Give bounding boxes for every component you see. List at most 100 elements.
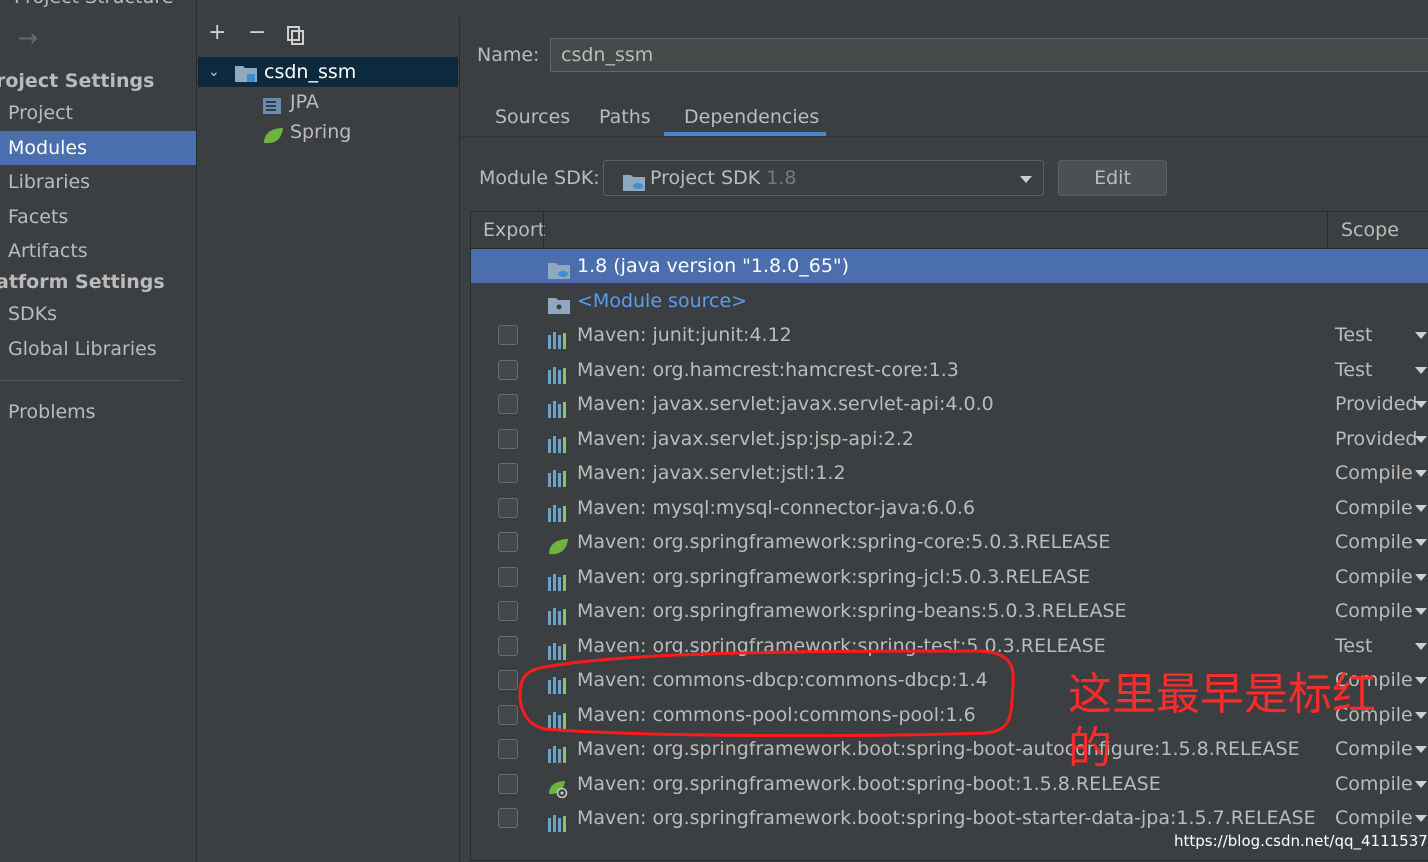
table-row[interactable]: Maven: org.springframework.boot:spring-b… — [471, 801, 1428, 835]
scope-dropdown-arrow-icon[interactable] — [1415, 504, 1427, 512]
table-row[interactable]: 1.8 (java version "1.8.0_65") — [471, 249, 1428, 283]
scope-select[interactable]: Provided — [1335, 422, 1417, 456]
jpa-icon — [262, 94, 282, 124]
tab-sources[interactable]: Sources — [495, 104, 570, 138]
scope-column-header[interactable]: Scope — [1341, 212, 1399, 248]
sdk-value: Project SDK — [650, 167, 761, 189]
maven-library-icon — [547, 395, 569, 418]
tabs-divider — [460, 136, 1428, 137]
scope-dropdown-arrow-icon[interactable] — [1415, 401, 1427, 408]
dependency-name: Maven: org.springframework:spring-beans:… — [577, 600, 1127, 622]
scope-select[interactable]: Compile — [1335, 594, 1413, 628]
export-checkbox[interactable] — [498, 394, 518, 414]
export-checkbox[interactable] — [498, 463, 518, 483]
table-row[interactable]: Maven: org.springframework:spring-jcl:5.… — [471, 560, 1428, 594]
scope-dropdown-arrow-icon[interactable] — [1415, 642, 1427, 650]
tree-splitter[interactable] — [459, 18, 460, 862]
scope-dropdown-arrow-icon[interactable] — [1415, 435, 1427, 443]
module-sdk-select[interactable]: Project SDK 1.8 — [603, 160, 1044, 196]
sidebar-splitter[interactable] — [196, 0, 197, 862]
scope-select[interactable]: Compile — [1335, 560, 1413, 594]
scope-dropdown-arrow-icon[interactable] — [1415, 780, 1427, 788]
scope-dropdown-arrow-icon[interactable] — [1415, 470, 1427, 477]
dependency-name: Maven: mysql:mysql-connector-java:6.0.6 — [577, 496, 976, 519]
maven-library-icon — [547, 326, 569, 349]
dependency-name: <Module source> — [577, 289, 748, 312]
jpa-label: JPA — [290, 91, 319, 113]
table-row[interactable]: Maven: javax.servlet.jsp:jsp-api:2.2 Prov… — [471, 422, 1428, 456]
scope-dropdown-arrow-icon[interactable] — [1415, 608, 1427, 615]
export-checkbox[interactable] — [498, 808, 518, 828]
export-checkbox[interactable] — [498, 532, 518, 552]
sidebar-item-global-libraries[interactable]: Global Libraries — [0, 332, 196, 366]
export-checkbox[interactable] — [498, 773, 518, 794]
table-row[interactable]: Maven: org.hamcrest:hamcrest-core:1.3 Tes… — [471, 353, 1428, 387]
spring-leaf-icon — [547, 533, 569, 555]
export-checkbox[interactable] — [498, 359, 518, 380]
add-icon[interactable]: + — [208, 20, 226, 45]
remove-icon[interactable]: − — [248, 20, 266, 45]
scope-select[interactable]: Provided — [1335, 387, 1417, 421]
sidebar-item-artifacts[interactable]: Artifacts — [0, 234, 196, 268]
edit-sdk-button[interactable]: Edit — [1058, 160, 1167, 196]
table-row[interactable]: Maven: junit:junit:4.12 Test — [471, 318, 1428, 352]
scope-select[interactable]: Test — [1335, 318, 1372, 352]
scope-select[interactable]: Test — [1335, 629, 1372, 663]
table-row[interactable]: Maven: org.springframework:spring-core:5… — [471, 525, 1428, 559]
platform-settings-heading: atform Settings — [0, 271, 165, 293]
maven-library-icon — [547, 602, 569, 625]
scope-select[interactable]: Compile — [1335, 801, 1413, 835]
sidebar-item-libraries[interactable]: Libraries — [0, 165, 196, 199]
scope-dropdown-arrow-icon[interactable] — [1415, 815, 1427, 822]
scope-select[interactable]: Compile — [1335, 525, 1413, 559]
dropdown-arrow-icon — [1020, 176, 1032, 183]
tree-node-module[interactable]: ⌄ csdn_ssm — [198, 57, 458, 87]
table-row[interactable]: Maven: mysql:mysql-connector-java:6.0.6 C… — [471, 491, 1428, 525]
table-row[interactable]: Maven: javax.servlet:jstl:1.2 Compile — [471, 456, 1428, 490]
export-checkbox[interactable] — [498, 566, 518, 587]
scope-dropdown-arrow-icon[interactable] — [1415, 711, 1427, 719]
tab-paths[interactable]: Paths — [599, 104, 651, 138]
module-folder-icon — [234, 62, 258, 92]
export-column-header[interactable]: Export — [483, 212, 545, 248]
maven-library-icon — [547, 464, 569, 487]
dependency-name: Maven: javax.servlet:jstl:1.2 — [577, 462, 846, 484]
table-row[interactable]: Maven: org.springframework:spring-beans:… — [471, 594, 1428, 628]
scope-select[interactable]: Test — [1335, 353, 1372, 387]
scope-dropdown-arrow-icon[interactable] — [1415, 746, 1427, 753]
sidebar-item-project[interactable]: Project — [0, 96, 196, 130]
table-row[interactable]: <Module source> — [471, 284, 1428, 318]
sidebar-item-sdks[interactable]: SDKs — [0, 297, 196, 331]
export-checkbox[interactable] — [498, 601, 518, 621]
module-name-field[interactable]: csdn_ssm — [550, 38, 1428, 72]
copy-icon[interactable] — [286, 26, 306, 51]
export-checkbox[interactable] — [498, 428, 518, 449]
scope-select[interactable]: Compile — [1335, 491, 1413, 525]
sidebar-item-facets[interactable]: Facets — [0, 200, 196, 234]
column-divider — [543, 212, 544, 248]
scope-dropdown-arrow-icon[interactable] — [1415, 366, 1427, 374]
scope-select[interactable]: Compile — [1335, 456, 1413, 490]
red-annotation-circle — [518, 649, 1015, 738]
sidebar-item-modules[interactable]: Modules — [0, 131, 196, 165]
scope-dropdown-arrow-icon[interactable] — [1415, 332, 1427, 339]
table-row[interactable]: Maven: javax.servlet:javax.servlet-api:4… — [471, 387, 1428, 421]
column-divider — [1327, 212, 1328, 248]
dependency-name: Maven: javax.servlet.jsp:jsp-api:2.2 — [577, 427, 914, 450]
table-header: Export Scope — [471, 212, 1428, 249]
maven-library-icon — [547, 568, 569, 591]
chevron-down-icon[interactable]: ⌄ — [208, 57, 220, 87]
forward-arrow-icon[interactable]: → — [18, 24, 38, 52]
export-checkbox[interactable] — [498, 325, 518, 345]
dependency-name: Maven: org.springframework:spring-core:5… — [577, 531, 1111, 553]
scope-dropdown-arrow-icon[interactable] — [1415, 539, 1427, 546]
spring-leaf-icon — [262, 124, 284, 154]
maven-library-icon — [547, 809, 569, 832]
scope-dropdown-arrow-icon[interactable] — [1415, 677, 1427, 684]
dependency-name: Maven: junit:junit:4.12 — [577, 324, 792, 346]
folder-jdk-icon — [547, 257, 570, 279]
module-label: csdn_ssm — [264, 61, 357, 83]
scope-dropdown-arrow-icon[interactable] — [1415, 573, 1427, 581]
export-checkbox[interactable] — [498, 497, 518, 518]
sidebar-item-problems[interactable]: Problems — [0, 395, 196, 429]
